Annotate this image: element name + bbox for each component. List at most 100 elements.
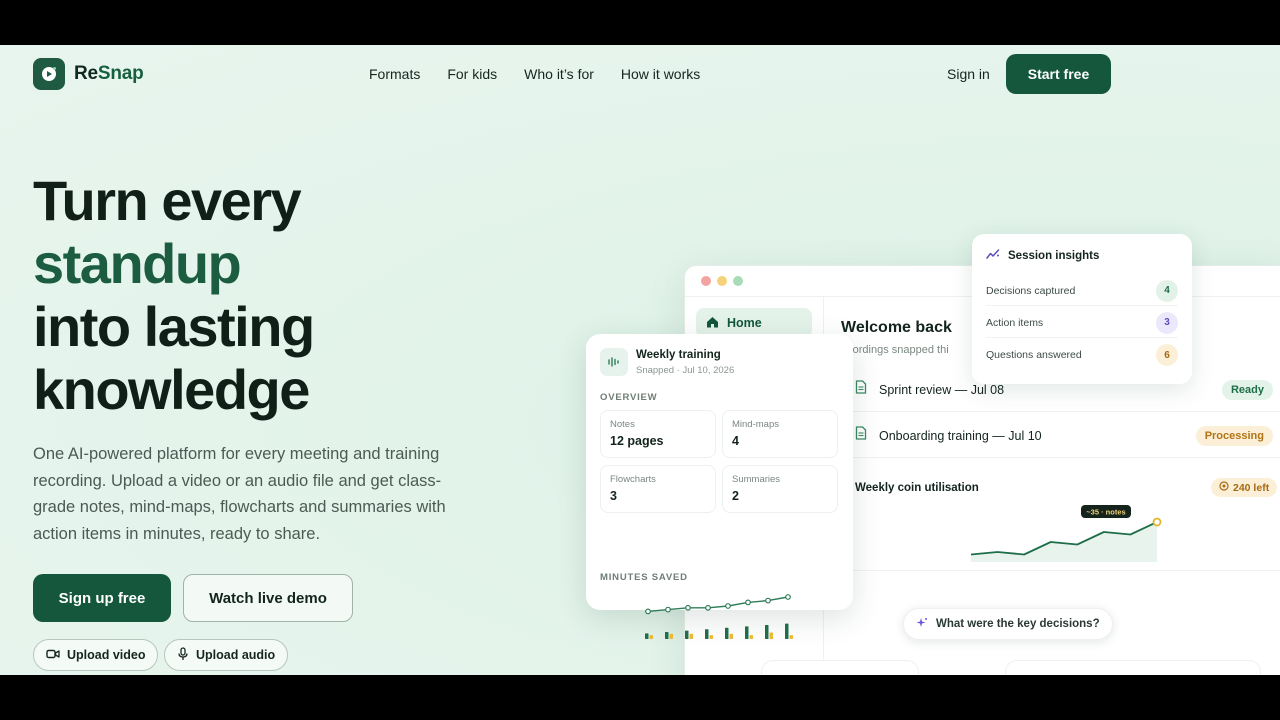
stat-label: Notes	[610, 419, 635, 430]
coin-balance-value: 240 left	[1233, 481, 1270, 494]
session-insights-title: Session insights	[1008, 249, 1100, 262]
minutes-point	[645, 608, 651, 615]
insight-label: Questions answered	[986, 349, 1082, 361]
minutes-bar-yellow	[789, 635, 793, 639]
minimize-dot-icon	[717, 276, 727, 286]
coin-icon	[1219, 481, 1229, 494]
logo-mark-icon	[33, 58, 65, 90]
welcome-subtitle: ecordings snapped thi	[841, 344, 949, 356]
minutes-bar-yellow	[669, 633, 673, 639]
sign-in-link[interactable]: Sign in	[947, 66, 990, 82]
minutes-saved-chart	[645, 594, 793, 639]
coin-balance-badge: 240 left	[1211, 478, 1278, 497]
card-stub	[1005, 660, 1261, 675]
video-camera-icon	[46, 648, 60, 663]
upload-audio-chip[interactable]: Upload audio	[164, 639, 289, 671]
coin-tooltip-label: ~35 · notes	[1086, 508, 1125, 517]
stat-flowcharts: Flowcharts 3	[600, 465, 716, 513]
coin-utilisation-chart: ~35 · notes	[970, 505, 1162, 562]
maximize-dot-icon	[733, 276, 743, 286]
insight-count: 4	[1156, 279, 1178, 302]
ask-question-label: What were the key decisions?	[936, 618, 1100, 630]
minutes-bar-yellow	[769, 632, 773, 639]
nav-for-kids[interactable]: For kids	[447, 66, 497, 82]
sidebar-item-home-label: Home	[727, 316, 762, 330]
brand-prefix: Re	[74, 63, 98, 84]
brand-name: ReSnap	[74, 63, 144, 85]
weekly-training-card[interactable]: Weekly training Snapped · Jul 10, 2026 O…	[586, 334, 853, 610]
status-badge: Processing	[1195, 425, 1273, 446]
minutes-bar-green	[685, 630, 689, 639]
coin-tooltip: ~35 · notes	[1081, 505, 1131, 518]
minutes-bar-yellow	[749, 635, 753, 639]
sparkle-icon	[916, 617, 928, 632]
minutes-bar-yellow	[709, 635, 713, 639]
minutes-bar-green	[785, 623, 789, 639]
insight-count: 6	[1156, 344, 1178, 366]
stat-value: 3	[610, 489, 617, 503]
document-icon	[855, 426, 869, 445]
document-icon	[855, 380, 869, 399]
minutes-point	[745, 599, 751, 606]
nav-how-it-works[interactable]: How it works	[621, 66, 700, 82]
status-badge: Ready	[1221, 379, 1273, 400]
minutes-bar-green	[725, 627, 729, 639]
minutes-point	[765, 597, 771, 604]
audio-wave-icon	[600, 348, 628, 376]
insight-label: Action items	[986, 316, 1044, 329]
stat-mind-maps: Mind-maps 4	[722, 410, 838, 458]
upload-video-chip[interactable]: Upload video	[33, 639, 159, 671]
stat-value: 4	[732, 434, 739, 448]
home-icon	[706, 316, 719, 331]
minutes-saved-label: MINUTES SAVED	[600, 572, 688, 583]
stat-label: Mind-maps	[732, 419, 779, 430]
start-free-button[interactable]: Start free	[1006, 54, 1111, 94]
nav-who-its-for[interactable]: Who it’s for	[524, 66, 594, 82]
recording-title: Onboarding training — Jul 10	[879, 428, 1042, 443]
insight-row: Action items 3	[986, 308, 1178, 338]
page: ReSnap Formats For kids Who it’s for How…	[0, 45, 1280, 675]
minutes-bar-yellow	[689, 633, 693, 639]
coin-area	[971, 522, 1157, 562]
session-insights-card: Session insights Decisions captured 4 Ac…	[972, 234, 1192, 384]
window-controls	[701, 276, 743, 286]
training-subtitle: Snapped · Jul 10, 2026	[636, 365, 735, 376]
coin-utilisation-title: Weekly coin utilisation	[855, 482, 979, 494]
minutes-point	[705, 604, 711, 611]
insight-row: Questions answered 6	[986, 340, 1178, 370]
coin-latest-point	[1152, 517, 1162, 527]
overview-label: OVERVIEW	[600, 392, 658, 403]
minutes-point	[665, 606, 671, 613]
hero-line-2: standup	[33, 232, 242, 295]
recording-title: Sprint review — Jul 08	[879, 382, 1005, 397]
close-dot-icon	[701, 276, 711, 286]
minutes-point	[685, 604, 691, 611]
upload-audio-label: Upload audio	[196, 648, 276, 662]
nav-formats[interactable]: Formats	[369, 66, 420, 82]
hero-line-4: knowledge	[33, 358, 310, 421]
microphone-icon	[177, 646, 189, 664]
stat-label: Summaries	[732, 474, 781, 485]
hero-subtitle: One AI-powered platform for every meetin…	[33, 445, 446, 543]
minutes-bar-green	[645, 633, 649, 639]
brand-suffix: Snap	[97, 63, 144, 84]
minutes-bar-green	[705, 629, 709, 639]
insight-row: Decisions captured 4	[986, 276, 1178, 306]
logo[interactable]: ReSnap	[33, 58, 144, 90]
sign-up-free-button[interactable]: Sign up free	[33, 574, 171, 622]
hero-line-3: into lasting	[33, 295, 315, 358]
section-divider	[841, 570, 1280, 571]
session-insights-header: Session insights	[986, 248, 1099, 263]
watch-live-demo-button[interactable]: Watch live demo	[183, 574, 353, 622]
ask-question-chip[interactable]: What were the key decisions?	[903, 608, 1113, 640]
minutes-point	[785, 594, 791, 600]
insight-label: Decisions captured	[986, 284, 1076, 297]
minutes-bar-green	[745, 626, 749, 639]
training-title: Weekly training	[636, 349, 721, 361]
minutes-point	[725, 603, 731, 609]
hero-title: Turn every standup into lasting knowledg…	[33, 169, 315, 421]
welcome-heading: Welcome back	[841, 319, 952, 336]
recording-row[interactable]: Onboarding training — Jul 10 Processing	[841, 414, 1280, 458]
main-nav: Formats For kids Who it’s for How it wor…	[369, 66, 700, 82]
hero-line-1: Turn every	[33, 169, 302, 232]
